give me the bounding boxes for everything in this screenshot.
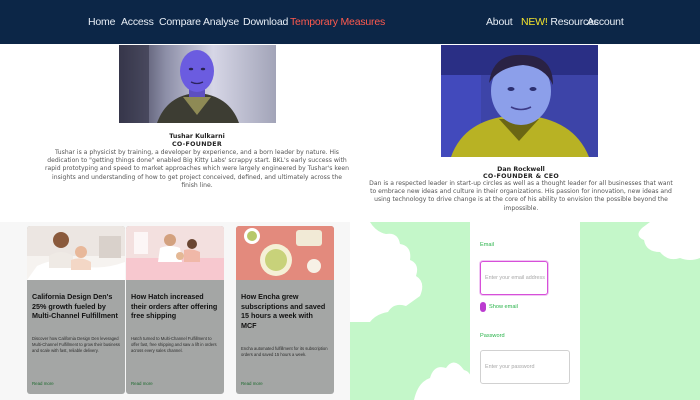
tushar-name: Tushar Kulkarni (169, 133, 225, 140)
dan-bio: Dan is a respected leader in start-up ci… (369, 180, 673, 212)
nav-analyse-link[interactable]: Analyse (203, 15, 239, 29)
nav-download-link[interactable]: Download (243, 15, 288, 29)
card-read-more-link[interactable]: Read more (32, 381, 54, 386)
card-description: Discover how California Design Den lever… (32, 336, 120, 353)
dan-name: Dan Rockwell (497, 166, 545, 173)
nav-account-link[interactable]: Account (587, 15, 624, 29)
dan-portrait (441, 45, 598, 157)
tushar-bio: Tushar is a physicist by training, a dev… (44, 149, 350, 189)
nav-about-link[interactable]: About (486, 15, 513, 29)
password-input[interactable] (480, 350, 570, 384)
email-input[interactable] (480, 261, 548, 295)
card-title: How Hatch increased their orders after o… (131, 292, 218, 321)
case-study-card-california-design-den[interactable]: California Design Den's 25% growth fuele… (27, 226, 125, 394)
nav-home-link[interactable]: Home (88, 15, 115, 29)
password-label: Password (480, 333, 505, 339)
show-email-toggle[interactable] (480, 302, 486, 312)
card-read-more-link[interactable]: Read more (241, 381, 263, 386)
card-title: California Design Den's 25% growth fuele… (32, 292, 118, 321)
card-read-more-link[interactable]: Read more (131, 381, 153, 386)
top-navbar: Home Access Compare Analyse Download Tem… (0, 0, 700, 44)
show-email-label: Show email (489, 304, 518, 310)
tushar-role: CO-FOUNDER (171, 141, 223, 148)
email-label: Email (480, 242, 494, 248)
tushar-portrait (119, 45, 276, 123)
case-study-card-encha[interactable]: How Encha grew subscriptions and saved 1… (236, 226, 334, 394)
nav-compare-link[interactable]: Compare (159, 15, 201, 29)
card-photo (27, 226, 125, 280)
dan-role: CO-FOUNDER & CEO (482, 173, 560, 180)
nav-access-link[interactable]: Access (121, 15, 154, 29)
card-description: Encha automated fulfillment for its subs… (241, 346, 328, 357)
card-title: How Encha grew subscriptions and saved 1… (241, 292, 326, 330)
card-photo (236, 226, 334, 280)
card-photo (126, 226, 224, 280)
new-badge: NEW! (521, 16, 548, 28)
case-study-card-hatch[interactable]: How Hatch increased their orders after o… (126, 226, 224, 394)
card-description: Hatch turned to Multi-Channel Fulfillmen… (131, 336, 217, 353)
nav-temporary-measures-link[interactable]: Temporary Measures (290, 15, 385, 29)
